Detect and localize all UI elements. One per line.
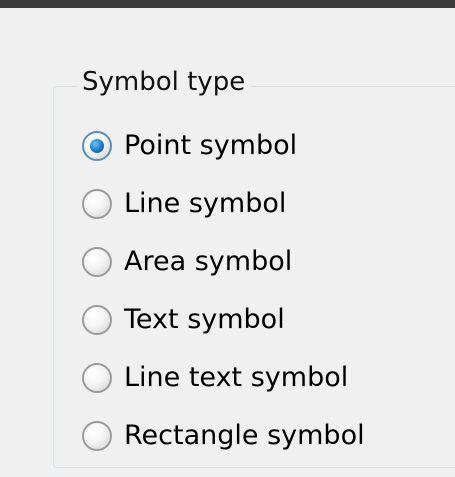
radio-label-rectangle-symbol[interactable]: Rectangle symbol [124, 418, 365, 454]
radio-label-line-text-symbol[interactable]: Line text symbol [124, 360, 348, 396]
radio-rectangle-symbol[interactable]: Rectangle symbol [82, 407, 365, 465]
radio-button-unchecked-icon[interactable] [82, 363, 112, 393]
radio-point-symbol[interactable]: Point symbol [82, 117, 365, 175]
radio-button-checked-icon[interactable] [82, 131, 112, 161]
symbol-type-radio-group: Point symbol Line symbol Area symbol Tex… [82, 117, 365, 465]
radio-button-unchecked-icon[interactable] [82, 247, 112, 277]
symbol-type-group-title: Symbol type [78, 64, 251, 100]
window-top-edge [0, 0, 455, 8]
radio-label-text-symbol[interactable]: Text symbol [124, 302, 285, 338]
radio-label-area-symbol[interactable]: Area symbol [124, 244, 292, 280]
radio-selected-dot-icon [90, 139, 104, 153]
radio-button-unchecked-icon[interactable] [82, 189, 112, 219]
radio-text-symbol[interactable]: Text symbol [82, 291, 365, 349]
radio-area-symbol[interactable]: Area symbol [82, 233, 365, 291]
radio-line-symbol[interactable]: Line symbol [82, 175, 365, 233]
radio-label-line-symbol[interactable]: Line symbol [124, 186, 286, 222]
radio-line-text-symbol[interactable]: Line text symbol [82, 349, 365, 407]
radio-button-unchecked-icon[interactable] [82, 305, 112, 335]
radio-label-point-symbol[interactable]: Point symbol [124, 128, 297, 164]
radio-button-unchecked-icon[interactable] [82, 421, 112, 451]
